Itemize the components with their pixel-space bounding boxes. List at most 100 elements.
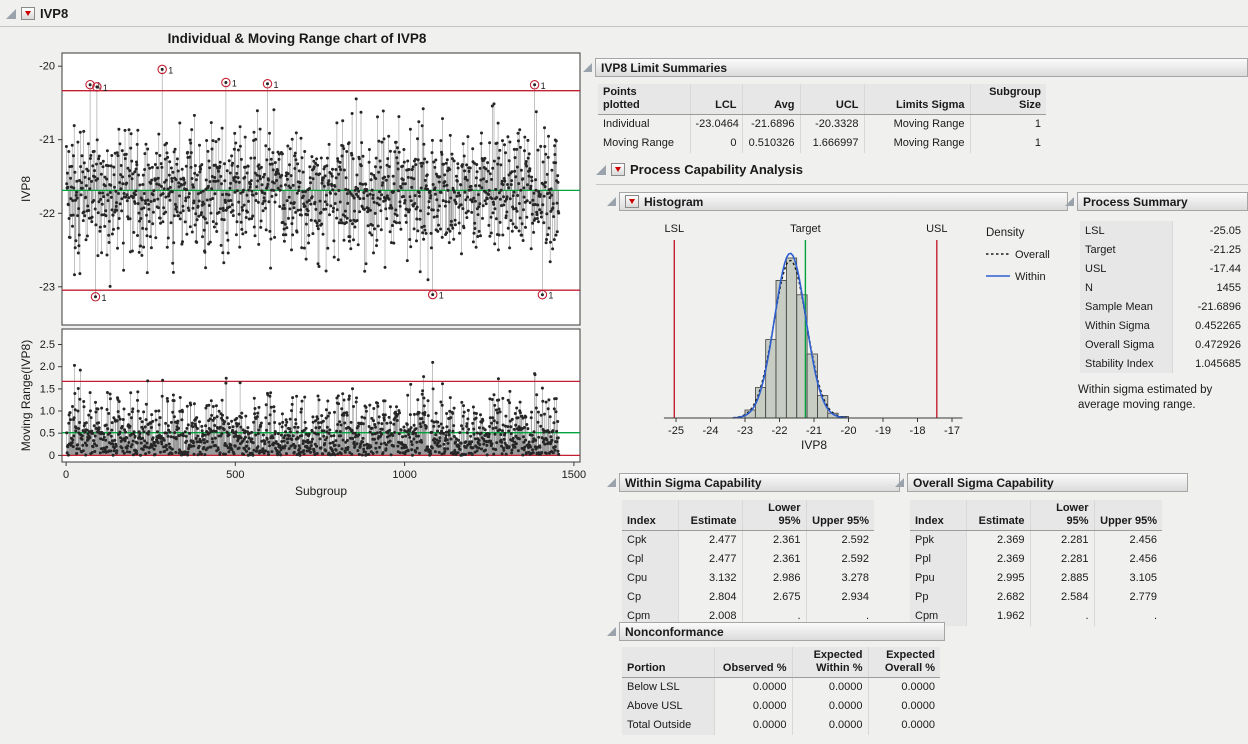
divider — [0, 26, 1248, 27]
svg-text:Subgroup: Subgroup — [295, 484, 347, 498]
overall-sigma-table: IndexEstimateLower 95%Upper 95%Ppk2.3692… — [910, 500, 1162, 626]
table-cell: -17.44 — [1172, 259, 1246, 278]
svg-text:-19: -19 — [875, 425, 891, 437]
disclosure-triangle-icon[interactable] — [596, 165, 606, 175]
table-cell: Above USL — [622, 697, 714, 716]
table-cell: -23.0464 — [690, 115, 742, 134]
table-cell: Cpk — [622, 531, 678, 550]
column-header: Estimate — [966, 500, 1030, 531]
svg-text:0: 0 — [63, 469, 69, 481]
svg-text:IVP8: IVP8 — [19, 176, 33, 202]
column-header: Index — [910, 500, 966, 531]
table-cell: 2.995 — [966, 569, 1030, 588]
table-row: USL-17.44 — [1080, 259, 1246, 278]
svg-text:1.5: 1.5 — [40, 383, 55, 395]
svg-text:-20: -20 — [39, 61, 55, 73]
svg-text:2.0: 2.0 — [40, 361, 55, 373]
svg-text:-22: -22 — [39, 208, 55, 220]
table-row: Cpu3.1322.9863.278 — [622, 569, 874, 588]
table-cell: 1 — [970, 134, 1046, 153]
table-cell: Ppk — [910, 531, 966, 550]
table-row: Cpm1.962.. — [910, 607, 1162, 626]
table-header-row: PointsplottedLCLAvgUCLLimits SigmaSubgro… — [598, 84, 1046, 115]
table-row: N1455 — [1080, 278, 1246, 297]
limit-summaries-title-bar[interactable]: IVP8 Limit Summaries — [595, 58, 1248, 77]
table-cell: 2.885 — [1030, 569, 1094, 588]
table-row: Stability Index1.045685 — [1080, 354, 1246, 373]
table-cell: 2.592 — [806, 531, 874, 550]
table-row: Ppk2.3692.2812.456 — [910, 531, 1162, 550]
disclosure-triangle-icon[interactable] — [1065, 197, 1074, 206]
svg-text:LSL: LSL — [665, 223, 685, 235]
table-cell: 1.045685 — [1172, 354, 1246, 373]
table-cell: 2.804 — [678, 588, 742, 607]
svg-text:1.0: 1.0 — [40, 406, 55, 418]
table-row: Overall Sigma0.472926 — [1080, 335, 1246, 354]
table-header-row: IndexEstimateLower 95%Upper 95% — [910, 500, 1162, 531]
disclosure-triangle-icon[interactable] — [895, 478, 904, 487]
within-sigma-title-bar[interactable]: Within Sigma Capability — [619, 473, 900, 492]
red-triangle-menu-button[interactable] — [611, 163, 625, 176]
disclosure-triangle-icon[interactable] — [607, 478, 616, 487]
table-cell: 2.934 — [806, 588, 874, 607]
table-cell: Moving Range — [864, 115, 970, 134]
table-cell: 2.456 — [1094, 550, 1162, 569]
table-cell: 2.592 — [806, 550, 874, 569]
table-cell: 0.0000 — [714, 697, 792, 716]
table-cell: Within Sigma — [1080, 316, 1172, 335]
table-row: Target-21.25 — [1080, 240, 1246, 259]
overall-sigma-title: Overall Sigma Capability — [913, 476, 1054, 490]
table-row: Individual-23.0464-21.6896-20.3328Moving… — [598, 115, 1046, 134]
process-summary-title-bar[interactable]: Process Summary — [1077, 192, 1248, 211]
table-cell: 2.986 — [742, 569, 806, 588]
svg-text:1: 1 — [274, 80, 279, 90]
svg-text:-21: -21 — [806, 425, 822, 437]
table-cell: Cp — [622, 588, 678, 607]
red-triangle-menu-button[interactable] — [21, 7, 35, 20]
table-row: Moving Range00.5103261.666997Moving Rang… — [598, 134, 1046, 153]
limit-summaries-table: PointsplottedLCLAvgUCLLimits SigmaSubgro… — [598, 84, 1046, 153]
svg-text:-22: -22 — [772, 425, 788, 437]
table-row: Cp2.8042.6752.934 — [622, 588, 874, 607]
table-cell: LSL — [1080, 221, 1172, 240]
table-row: Sample Mean-21.6896 — [1080, 297, 1246, 316]
limit-summaries-title: IVP8 Limit Summaries — [601, 61, 727, 75]
table-cell: Ppu — [910, 569, 966, 588]
table-cell: Pp — [910, 588, 966, 607]
table-cell: 0.0000 — [868, 716, 940, 735]
table-cell: 0.472926 — [1172, 335, 1246, 354]
histogram-title-bar[interactable]: Histogram — [619, 192, 1068, 211]
table-cell: 0.0000 — [792, 697, 868, 716]
table-cell: 1.666997 — [800, 134, 864, 153]
table-cell: . — [1030, 607, 1094, 626]
svg-text:-25: -25 — [668, 425, 684, 437]
table-header-row: IndexEstimateLower 95%Upper 95% — [622, 500, 874, 531]
svg-text:USL: USL — [926, 223, 947, 235]
nonconformance-title-bar[interactable]: Nonconformance — [619, 622, 945, 641]
report-title: IVP8 — [40, 6, 68, 21]
table-cell: 0 — [690, 134, 742, 153]
table-row: LSL-25.05 — [1080, 221, 1246, 240]
individual-moving-range-chart[interactable]: 111111111-20-21-22-2300.51.01.52.02.5050… — [0, 46, 595, 508]
table-cell: Total Outside — [622, 716, 714, 735]
svg-text:-17: -17 — [944, 425, 960, 437]
overall-sigma-title-bar[interactable]: Overall Sigma Capability — [907, 473, 1188, 492]
svg-text:Within: Within — [1015, 271, 1046, 283]
disclosure-triangle-icon[interactable] — [583, 63, 592, 72]
red-triangle-menu-button[interactable] — [625, 195, 639, 208]
table-row: Cpk2.4772.3612.592 — [622, 531, 874, 550]
svg-text:1: 1 — [541, 81, 546, 91]
table-cell: Moving Range — [864, 134, 970, 153]
svg-text:1: 1 — [232, 79, 237, 89]
table-cell: Stability Index — [1080, 354, 1172, 373]
within-sigma-title: Within Sigma Capability — [625, 476, 762, 490]
disclosure-triangle-icon[interactable] — [607, 197, 616, 206]
disclosure-triangle-icon[interactable] — [6, 9, 16, 19]
table-cell: N — [1080, 278, 1172, 297]
limit-summaries-header: IVP8 Limit Summaries — [583, 58, 1248, 77]
capability-histogram[interactable]: LSLTargetUSL-25-24-23-22-21-20-19-18-17I… — [630, 216, 1070, 456]
disclosure-triangle-icon[interactable] — [607, 627, 616, 636]
svg-text:1: 1 — [102, 293, 107, 303]
table-cell: 2.477 — [678, 550, 742, 569]
svg-text:1: 1 — [168, 65, 173, 75]
